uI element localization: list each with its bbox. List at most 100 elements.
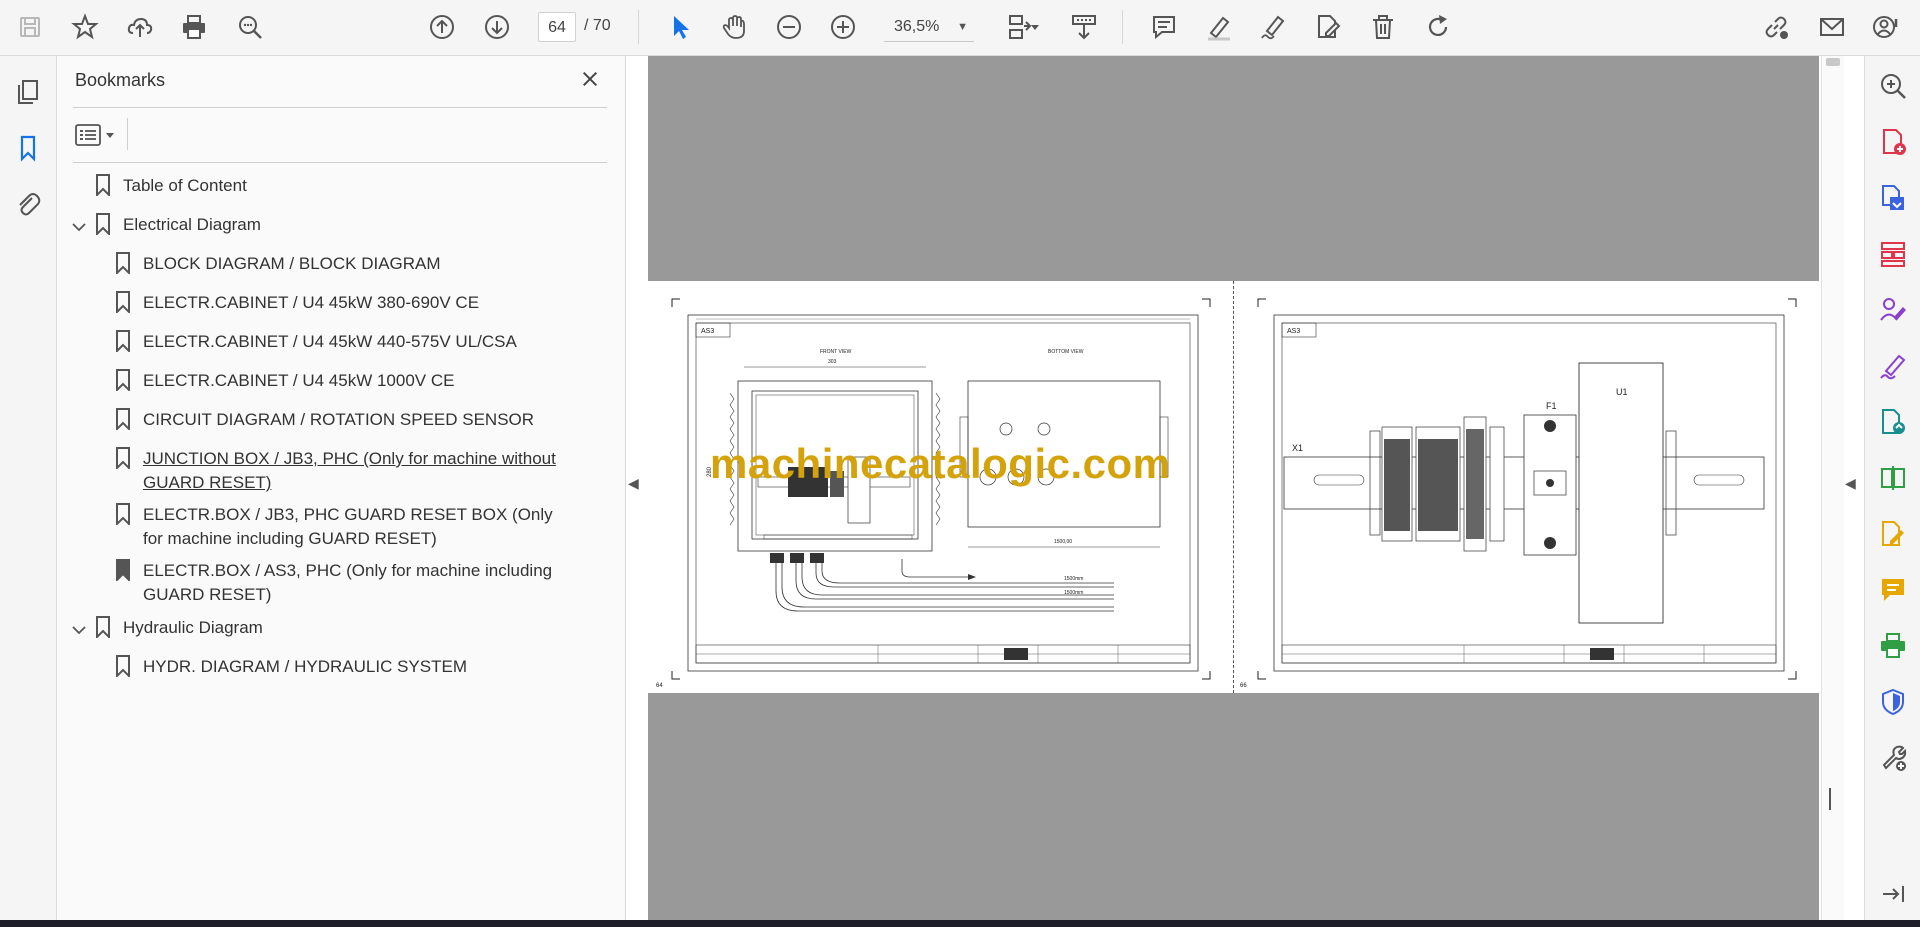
left-navigation-rail <box>0 56 57 920</box>
bookmark-icon <box>96 213 110 235</box>
scrollbar-thumb[interactable] <box>1826 58 1840 66</box>
vertical-scrollbar[interactable] <box>1821 56 1844 920</box>
expand-panel-icon[interactable] <box>1875 876 1911 912</box>
comment-icon[interactable] <box>1144 7 1184 47</box>
bookmark-item-hydraulic-diagram[interactable]: Hydraulic Diagram <box>95 616 553 640</box>
page-fit-dropdown-icon[interactable] <box>1025 7 1045 47</box>
organize-pages-icon[interactable] <box>1875 236 1911 272</box>
drawing-tag: AS3 <box>1287 328 1300 335</box>
bookmark-label: CIRCUIT DIAGRAM / ROTATION SPEED SENSOR <box>143 410 535 429</box>
bookmark-item-electrical-diagram[interactable]: Electrical Diagram <box>95 213 553 237</box>
bookmark-item-hydr-diagram[interactable]: HYDR. DIAGRAM / HYDRAULIC SYSTEM <box>115 655 573 679</box>
rotate-icon[interactable] <box>1418 7 1458 47</box>
drawing-tag: AS3 <box>701 328 714 335</box>
more-tools-icon[interactable] <box>1875 740 1911 776</box>
edit-document-icon[interactable] <box>1875 516 1911 552</box>
bookmark-label: HYDR. DIAGRAM / HYDRAULIC SYSTEM <box>143 657 467 676</box>
page-up-icon[interactable] <box>422 7 462 47</box>
bookmark-item-electr-cabinet-440[interactable]: ELECTR.CABINET / U4 45kW 440-575V UL/CSA <box>115 330 573 354</box>
zoom-in-tool-icon[interactable] <box>1875 68 1911 104</box>
terminal-x1-label: X1 <box>1292 443 1303 453</box>
attachment-icon[interactable] <box>8 184 48 224</box>
page-thumbnails-icon[interactable] <box>8 72 48 112</box>
chevron-down-icon[interactable] <box>71 622 87 638</box>
bookmark-icon[interactable] <box>8 128 48 168</box>
bookmark-item-electr-box-jb3[interactable]: ELECTR.BOX / JB3, PHC GUARD RESET BOX (O… <box>115 503 573 551</box>
bookmark-item-block-diagram[interactable]: BLOCK DIAGRAM / BLOCK DIAGRAM <box>115 252 573 276</box>
bookmark-icon <box>116 330 130 352</box>
zoom-search-icon[interactable] <box>230 7 270 47</box>
send-review-icon[interactable] <box>1875 404 1911 440</box>
page-number-label: 66 <box>1240 683 1247 689</box>
delete-icon[interactable] <box>1363 7 1403 47</box>
zoom-in-icon[interactable] <box>823 7 863 47</box>
select-arrow-icon[interactable] <box>660 7 700 47</box>
cable-length-a: 1500mm <box>1064 576 1083 582</box>
bookmark-item-electr-box-as3[interactable]: ELECTR.BOX / AS3, PHC (Only for machine … <box>115 559 573 607</box>
bookmark-icon <box>116 655 130 677</box>
print-production-icon[interactable] <box>1875 628 1911 664</box>
bookmark-item-circuit-diagram[interactable]: CIRCUIT DIAGRAM / ROTATION SPEED SENSOR <box>115 408 573 432</box>
close-icon[interactable] <box>577 66 603 92</box>
scroll-mode-icon[interactable] <box>1064 7 1104 47</box>
bookmark-label: Electrical Diagram <box>123 215 261 234</box>
bookmark-item-table-of-content[interactable]: Table of Content <box>95 174 553 198</box>
edit-pdf-icon[interactable] <box>1308 7 1348 47</box>
watermark-text: machinecatalogic.com <box>710 440 1171 487</box>
bookmark-icon <box>96 174 110 196</box>
fill-sign-icon[interactable] <box>1875 348 1911 384</box>
bookmark-item-electr-cabinet-380[interactable]: ELECTR.CABINET / U4 45kW 380-690V CE <box>115 291 573 315</box>
account-icon[interactable] <box>1866 7 1906 47</box>
star-icon[interactable] <box>65 7 105 47</box>
comment-tool-icon[interactable] <box>1875 572 1911 608</box>
chevron-down-icon[interactable] <box>71 219 87 235</box>
compare-files-icon[interactable] <box>1875 460 1911 496</box>
bookmarks-panel-title: Bookmarks <box>75 70 166 90</box>
create-pdf-icon[interactable] <box>1875 124 1911 160</box>
bookmark-item-junction-box[interactable]: JUNCTION BOX / JB3, PHC (Only for machin… <box>115 447 575 495</box>
share-link-icon[interactable] <box>1756 7 1796 47</box>
document-canvas[interactable]: AS3 FRONT VIEW 303 280 1500mm 1500mm BOT… <box>648 56 1820 920</box>
bookmark-icon <box>116 291 130 313</box>
collapse-left-panel-icon[interactable]: ◀ <box>628 475 639 492</box>
sign-icon[interactable] <box>1253 7 1293 47</box>
front-view-label: FRONT VIEW <box>820 349 852 355</box>
bookmark-options-button[interactable] <box>75 120 123 150</box>
bottom-view-label: BOTTOM VIEW <box>1048 349 1084 355</box>
resize-handle[interactable] <box>1829 788 1831 810</box>
export-pdf-icon[interactable] <box>1875 180 1911 216</box>
save-icon[interactable] <box>10 7 50 47</box>
divider <box>127 118 128 150</box>
right-tools-rail <box>1864 56 1920 920</box>
divider <box>73 162 607 163</box>
top-toolbar: 64 / 70 36,5% ▼ <box>0 0 1920 56</box>
drawing-right: AS3 X1 F1 U1 66 <box>1240 298 1797 689</box>
zoom-level-select[interactable]: 36,5% ▼ <box>884 12 974 42</box>
bookmark-item-electr-cabinet-1000[interactable]: ELECTR.CABINET / U4 45kW 1000V CE <box>115 369 573 393</box>
bookmark-icon <box>116 559 130 581</box>
bookmark-label: Hydraulic Diagram <box>123 618 263 637</box>
page-down-icon[interactable] <box>477 7 517 47</box>
device-u1-label: U1 <box>1616 387 1628 397</box>
bookmark-label: JUNCTION BOX / JB3, PHC (Only for machin… <box>143 449 556 492</box>
page-number-input[interactable]: 64 <box>538 12 576 42</box>
bookmark-label: BLOCK DIAGRAM / BLOCK DIAGRAM <box>143 254 441 273</box>
zoom-level-value: 36,5% <box>894 18 940 35</box>
hand-icon[interactable] <box>714 7 754 47</box>
page-number-label: 64 <box>656 683 663 689</box>
collapse-right-panel-icon[interactable]: ◀ <box>1845 475 1856 492</box>
protect-shield-icon[interactable] <box>1875 684 1911 720</box>
document-page-right: AS3 X1 F1 U1 66 <box>1234 281 1820 693</box>
chevron-down-icon <box>106 133 114 138</box>
print-icon[interactable] <box>174 7 214 47</box>
highlight-icon[interactable] <box>1199 7 1239 47</box>
cloud-upload-icon[interactable] <box>120 7 160 47</box>
bookmark-label: ELECTR.CABINET / U4 45kW 440-575V UL/CSA <box>143 332 517 351</box>
zoom-out-icon[interactable] <box>769 7 809 47</box>
bookmark-icon <box>116 369 130 391</box>
breaker-f1-label: F1 <box>1546 401 1557 411</box>
mail-icon[interactable] <box>1812 7 1852 47</box>
bookmark-label: ELECTR.CABINET / U4 45kW 1000V CE <box>143 371 455 390</box>
request-signatures-icon[interactable] <box>1875 292 1911 328</box>
bookmark-icon <box>116 408 130 430</box>
